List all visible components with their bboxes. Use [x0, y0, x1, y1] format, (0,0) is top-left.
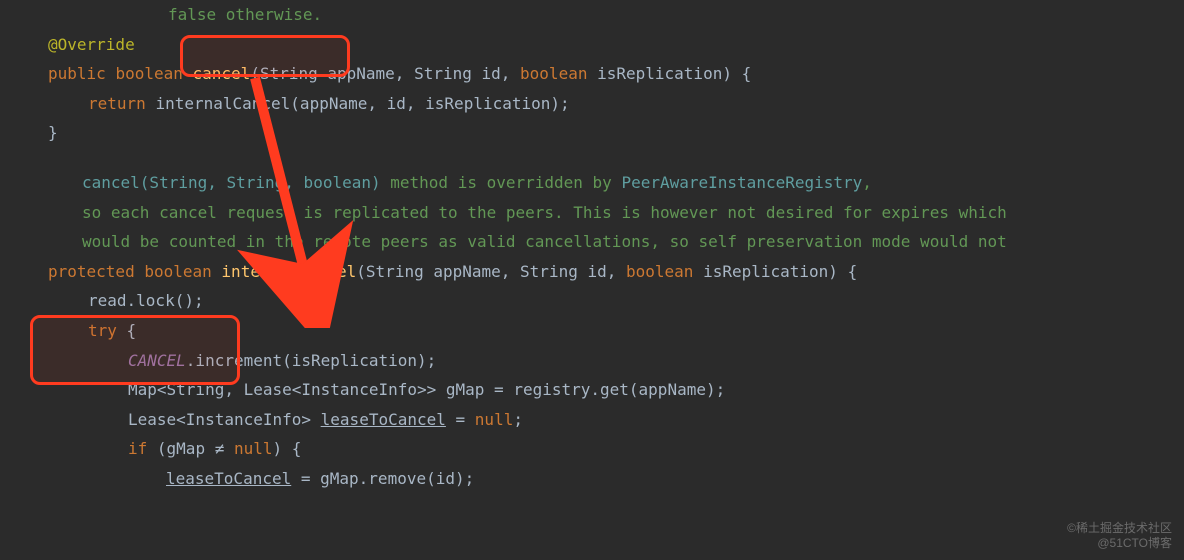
annotation-line: @Override [8, 30, 1184, 60]
code-editor[interactable]: false otherwise. @Override public boolea… [8, 0, 1184, 494]
doc-fragment: false otherwise. [8, 0, 1184, 30]
method-signature-internalcancel: protected boolean internalCancel(String … [8, 257, 1184, 287]
cancel-increment-line: CANCEL.increment(isReplication); [8, 346, 1184, 376]
if-line: if (gMap ≠ null) { [8, 434, 1184, 464]
doc-line-1: cancel(String, String, boolean) method i… [8, 168, 1184, 198]
return-line: return internalCancel(appName, id, isRep… [8, 89, 1184, 119]
map-decl-line: Map<String, Lease<InstanceInfo>> gMap = … [8, 375, 1184, 405]
brace-close: } [8, 118, 1184, 148]
method-signature-cancel: public boolean cancel(String appName, St… [8, 59, 1184, 89]
read-lock-line: read.lock(); [8, 286, 1184, 316]
lease-decl-line: Lease<InstanceInfo> leaseToCancel = null… [8, 405, 1184, 435]
assign-line: leaseToCancel = gMap.remove(id); [8, 464, 1184, 494]
doc-line-2: so each cancel request is replicated to … [8, 198, 1184, 228]
watermark: ©稀土掘金技术社区 @51CTO博客 [1067, 521, 1172, 552]
try-line: try { [8, 316, 1184, 346]
doc-line-3: would be counted in the remote peers as … [8, 227, 1184, 257]
